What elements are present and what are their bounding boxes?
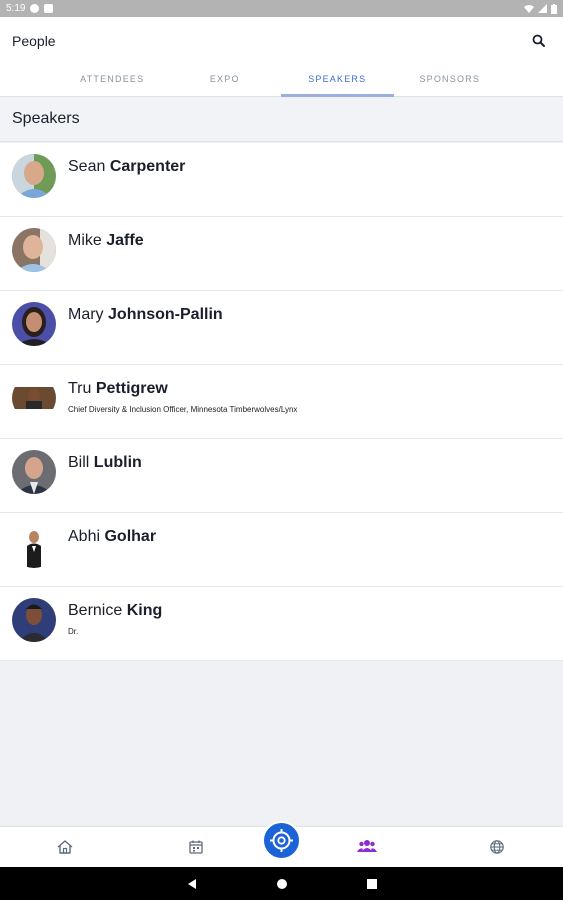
speaker-row[interactable]: Sean Carpenter [0,143,563,217]
avatar [12,450,56,494]
center-action-button[interactable] [262,821,301,860]
speaker-name: Mike Jaffe [68,232,144,250]
speaker-last-name: Pettigrew [95,380,168,397]
status-time: 5:19 [6,3,26,14]
speaker-name: Sean Carpenter [68,158,185,176]
nav-home[interactable] [56,839,76,857]
speaker-row[interactable]: Abhi Golhar [0,513,563,587]
search-button[interactable] [530,32,548,50]
speaker-row[interactable]: Bernice King Dr. [0,587,563,661]
speaker-row[interactable]: Tru Pettigrew Chief Diversity & Inclusio… [0,365,563,439]
speaker-subtitle: Chief Diversity & Inclusion Officer, Min… [68,405,298,414]
home-icon [57,840,73,854]
speaker-subtitle: Dr. [68,627,79,636]
section-header: Speakers [0,98,563,142]
speaker-last-name: Jaffe [106,232,144,249]
speaker-row[interactable]: Mike Jaffe [0,217,563,291]
signal-icon [538,4,547,13]
speaker-last-name: Johnson-Pallin [108,306,223,323]
speaker-last-name: Golhar [104,528,157,545]
app-header: People ATTENDEES EXPO SPEAKERS SPONSORS [0,17,563,97]
tab-attendees[interactable]: ATTENDEES [56,69,169,97]
speaker-last-name: Carpenter [109,158,186,175]
avatar [12,524,56,568]
status-bar: 5:19 [0,0,563,17]
system-home-button[interactable] [276,877,288,895]
target-icon [270,829,293,852]
avatar [12,302,56,346]
tab-bar: ATTENDEES EXPO SPEAKERS SPONSORS [56,69,506,97]
speaker-last-name: Lublin [93,454,142,471]
speaker-name: Mary Johnson-Pallin [68,306,223,324]
speaker-name: Bill Lublin [68,454,142,472]
back-icon [188,879,196,889]
wifi-icon [524,5,534,13]
speaker-list: Sean Carpenter Mike Jaffe Mary Johnson-P… [0,143,563,661]
speaker-first-name: Tru [68,380,92,397]
avatar [12,376,56,420]
people-icon [357,840,377,852]
recents-icon [367,879,377,889]
section-title: Speakers [12,110,80,127]
avatar [12,154,56,198]
speaker-row[interactable]: Bill Lublin [0,439,563,513]
calendar-icon [189,840,203,854]
speaker-row[interactable]: Mary Johnson-Pallin [0,291,563,365]
nav-explore[interactable] [489,839,509,857]
avatar [12,598,56,642]
system-recents-button[interactable] [366,877,378,895]
notification-icon [30,4,40,13]
tab-sponsors[interactable]: SPONSORS [394,69,507,97]
sd-card-icon [44,4,54,13]
page-title: People [12,33,56,49]
speaker-last-name: King [126,602,163,619]
speaker-first-name: Sean [68,158,106,175]
search-icon [532,34,545,47]
system-back-button[interactable] [186,877,198,895]
battery-icon [551,3,557,14]
tab-speakers[interactable]: SPEAKERS [281,69,394,97]
speaker-name: Abhi Golhar [68,528,156,546]
tab-expo[interactable]: EXPO [169,69,282,97]
speaker-first-name: Mike [68,232,102,249]
home-circle-icon [277,879,287,889]
speaker-name: Bernice King [68,602,162,620]
speaker-first-name: Bill [68,454,90,471]
globe-icon [490,840,504,854]
speaker-first-name: Mary [68,306,104,323]
speaker-first-name: Bernice [68,602,123,619]
avatar [12,228,56,272]
system-nav-bar [0,867,563,900]
speaker-name: Tru Pettigrew [68,380,168,398]
nav-people[interactable] [357,839,377,857]
speaker-first-name: Abhi [68,528,101,545]
nav-schedule[interactable] [188,839,208,857]
